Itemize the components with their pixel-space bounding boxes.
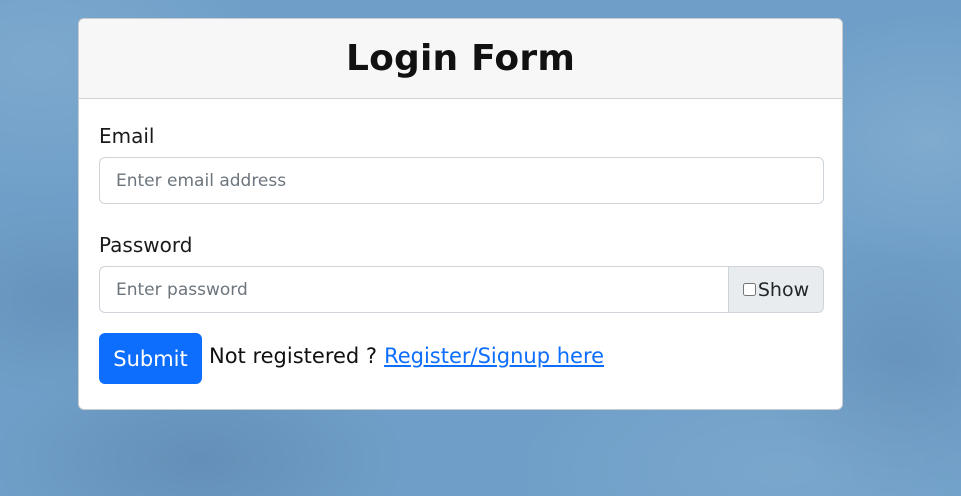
register-link[interactable]: Register/Signup here (384, 344, 604, 368)
show-password-toggle[interactable]: Show (729, 266, 824, 313)
register-prompt: Not registered ? (209, 343, 378, 368)
login-card: Login Form Email Password Show Submit No… (78, 18, 843, 410)
password-input-group: Show (99, 266, 824, 313)
submit-button[interactable]: Submit (99, 333, 202, 384)
card-header: Login Form (79, 19, 842, 99)
page-title: Login Form (345, 38, 576, 79)
password-label: Password (99, 233, 193, 257)
email-input[interactable] (99, 157, 824, 204)
form-actions: Submit Not registered ? Register/Signup … (99, 333, 822, 384)
checkbox-icon[interactable] (742, 283, 756, 296)
email-group: Email (99, 123, 824, 204)
password-group: Password Show (99, 232, 824, 313)
card-body: Email Password Show Submit Not registere… (79, 99, 842, 384)
show-password-label: Show (757, 278, 810, 301)
password-input[interactable] (99, 266, 729, 313)
email-label: Email (99, 124, 155, 148)
